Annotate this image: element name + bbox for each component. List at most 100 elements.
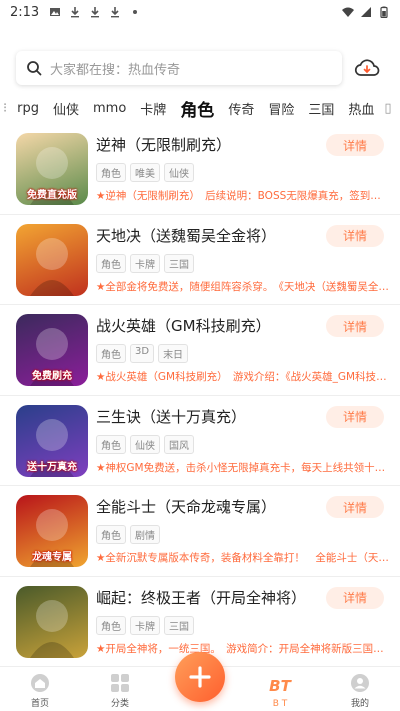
- game-list-item[interactable]: 免费直充版 逆神（无限制刷充） 角色 唯美 仙侠 ★逆神（无限制刷充） 后续说明：BOSS…: [0, 124, 400, 215]
- game-tag: 角色: [96, 344, 126, 363]
- nav-category[interactable]: 分类: [80, 667, 160, 711]
- nav-bt-label: B T: [272, 699, 288, 709]
- game-tag: 角色: [96, 163, 126, 182]
- tab-mmo[interactable]: mmo: [86, 101, 133, 116]
- game-tags: 角色 唯美 仙侠: [96, 163, 194, 182]
- download-icon: [91, 7, 100, 18]
- tab-hot-blood[interactable]: 热血: [341, 99, 381, 118]
- game-thumbnail[interactable]: [16, 585, 88, 658]
- nav-mine-label: 我的: [350, 699, 369, 709]
- game-list: 免费直充版 逆神（无限制刷充） 角色 唯美 仙侠 ★逆神（无限制刷充） 后续说明：BOSS…: [0, 124, 400, 667]
- detail-button[interactable]: 详情: [326, 315, 384, 337]
- game-tag: 三国: [164, 615, 194, 635]
- category-tabs: ⁝ rpg 仙侠 mmo 卡牌 角色 传奇 冒险 三国 热血 ▯: [0, 94, 400, 122]
- game-title[interactable]: 崛起：终极王者（开局全神将）: [96, 587, 306, 608]
- cloud-download-icon: [354, 59, 380, 76]
- bt-icon: BT: [269, 677, 291, 695]
- wifi-icon: [342, 7, 354, 17]
- game-tag: 唯美: [130, 163, 160, 182]
- gallery-icon: [50, 8, 61, 16]
- game-title[interactable]: 天地决（送魏蜀吴全金将）: [96, 225, 276, 246]
- detail-button[interactable]: 详情: [326, 405, 384, 428]
- category-edge-right: ▯: [384, 100, 392, 116]
- user-icon: [351, 674, 369, 692]
- nav-home[interactable]: 首页: [0, 667, 80, 711]
- game-tag: 仙侠: [164, 163, 194, 182]
- nav-mine[interactable]: 我的: [320, 667, 400, 711]
- status-time: 2:13: [10, 4, 40, 20]
- game-title[interactable]: 逆神（无限制刷充）: [96, 134, 231, 155]
- game-thumbnail-badge: 送十万真充: [27, 461, 77, 473]
- status-bar: 2:13: [0, 0, 400, 24]
- tab-adventure[interactable]: 冒险: [261, 99, 301, 118]
- game-tag: 三国: [164, 253, 194, 273]
- detail-button[interactable]: 详情: [326, 496, 384, 518]
- game-tag: 剧情: [130, 525, 160, 544]
- game-description: ★逆神（无限制刷充） 后续说明：BOSS无限爆真充，签到无限送: [96, 190, 390, 202]
- add-icon: [189, 666, 211, 688]
- game-list-item[interactable]: 龙魂专属 全能斗士（天命龙魂专属） 角色 剧情 ★全新沉默专属版本传奇，装备材料全靠打！…: [0, 486, 400, 577]
- game-description: ★全新沉默专属版本传奇，装备材料全靠打！ 全能斗士（天命龙魂专属）: [96, 552, 390, 564]
- detail-button[interactable]: 详情: [326, 586, 384, 609]
- game-tags: 角色 卡牌 三国: [96, 615, 194, 635]
- game-list-item[interactable]: 天地决（送魏蜀吴全金将） 角色 卡牌 三国 ★全部金将免费送，随便组阵容杀穿。 《天地决…: [0, 215, 400, 305]
- detail-button[interactable]: 详情: [326, 224, 384, 247]
- game-thumbnail[interactable]: 送十万真充: [16, 404, 88, 477]
- game-thumbnail-badge: 龙魂专属: [32, 552, 72, 563]
- nav-bt[interactable]: BT B T: [240, 667, 320, 711]
- game-tag: 国风: [164, 434, 194, 454]
- game-description: ★神权GM免费送，击杀小怪无限掉真充卡，每天上线共领十万真充: [96, 461, 390, 474]
- game-tags: 角色 卡牌 三国: [96, 253, 194, 273]
- dot-icon: [133, 10, 138, 14]
- game-tags: 角色 仙侠 国风: [96, 434, 194, 454]
- tab-rpg[interactable]: rpg: [10, 101, 46, 116]
- game-list-item[interactable]: 免费刷充 战火英雄（GM科技刷充） 角色 3D 末日 ★战火英雄（GM科技刷充） 游戏介绍…: [0, 305, 400, 396]
- signal-icon: [361, 7, 371, 17]
- grid-icon: [111, 674, 129, 692]
- game-art-icon: [30, 237, 74, 296]
- game-tag: 末日: [158, 344, 189, 363]
- game-list-item[interactable]: 送十万真充 三生诀（送十万真充） 角色 仙侠 国风 ★神权GM免费送，击杀小怪无限掉真充卡…: [0, 396, 400, 486]
- game-description: ★开局全神将，一统三国。 游戏简介：开局全神将新版三国卡牌: [96, 642, 390, 655]
- game-thumbnail-badge: 免费刷充: [32, 371, 72, 382]
- download-manager-button[interactable]: [352, 53, 382, 83]
- search-input[interactable]: 大家都在搜：热血传奇: [16, 51, 342, 85]
- tab-legend[interactable]: 传奇: [221, 99, 261, 118]
- search-placeholder: 大家都在搜：热血传奇: [50, 62, 181, 78]
- game-thumbnail-badge: 免费直充版: [27, 190, 77, 201]
- game-tag: 卡牌: [130, 253, 160, 273]
- game-thumbnail[interactable]: [16, 223, 88, 296]
- tab-role[interactable]: 角色: [173, 96, 221, 122]
- game-title[interactable]: 战火英雄（GM科技刷充）: [96, 315, 271, 336]
- battery-icon: [380, 6, 388, 18]
- tab-three-kingdoms[interactable]: 三国: [301, 99, 341, 118]
- home-icon: [31, 674, 49, 692]
- search-icon: [27, 61, 42, 76]
- game-thumbnail[interactable]: 免费直充版: [16, 133, 88, 205]
- game-tags: 角色 3D 末日: [96, 344, 189, 363]
- game-tag: 卡牌: [130, 615, 160, 635]
- game-tag: 角色: [96, 525, 126, 544]
- detail-button[interactable]: 详情: [326, 134, 384, 156]
- game-tag: 角色: [96, 615, 126, 635]
- search-row: 大家都在搜：热血传奇: [16, 50, 388, 86]
- game-tag: 3D: [130, 344, 155, 363]
- nav-home-label: 首页: [30, 699, 49, 709]
- game-thumbnail[interactable]: 免费刷充: [16, 314, 88, 386]
- game-thumbnail[interactable]: 龙魂专属: [16, 495, 88, 567]
- game-tag: 仙侠: [130, 434, 160, 454]
- notification-icons: [49, 6, 141, 18]
- tab-card[interactable]: 卡牌: [133, 99, 173, 118]
- game-title[interactable]: 全能斗士（天命龙魂专属）: [96, 496, 276, 517]
- download-icon: [71, 7, 80, 18]
- game-tag: 角色: [96, 434, 126, 454]
- game-tag: 角色: [96, 253, 126, 273]
- game-title[interactable]: 三生诀（送十万真充）: [96, 406, 246, 427]
- category-edge-left: ⁝: [3, 100, 8, 116]
- add-button[interactable]: [175, 652, 225, 702]
- game-art-icon: [30, 599, 74, 658]
- download-icon: [111, 7, 120, 18]
- game-description: ★全部金将免费送，随便组阵容杀穿。 《天地决（送魏蜀吴全金将）》: [96, 280, 390, 293]
- game-description: ★战火英雄（GM科技刷充） 游戏介绍：《战火英雄_GM科技刷充》: [96, 371, 390, 383]
- tab-xianxia[interactable]: 仙侠: [46, 99, 86, 118]
